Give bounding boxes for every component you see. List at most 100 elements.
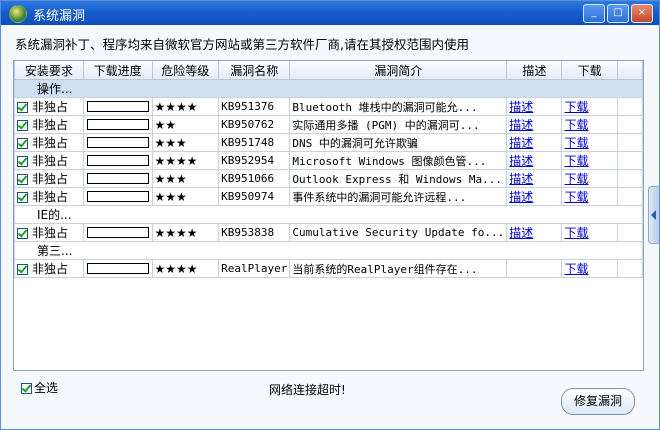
table-row[interactable]: 非独占 ★★★ KB951748 DNS 中的漏洞可允许欺骗 描述 下载 (14, 133, 643, 152)
vuln-desc-cell: Outlook Express 和 Windows Ma... (289, 169, 508, 188)
vulnerability-grid: 安装要求 下载进度 危险等级 漏洞名称 漏洞简介 描述 下载 操作... 非独占 ★… (14, 61, 643, 278)
row-checkbox[interactable] (17, 138, 28, 149)
install-req-cell[interactable]: 非独占 (14, 97, 84, 116)
table-row[interactable]: 非独占 ★★★★ KB953838 Cumulative Security Updat… (14, 223, 643, 242)
desc-link-cell: 描述 (506, 169, 563, 188)
close-icon[interactable]: × (631, 4, 653, 23)
group-row[interactable]: 操作... (14, 79, 643, 98)
describe-link[interactable]: 描述 (509, 226, 533, 240)
vuln-desc: 当前系统的RealPlayer组件存在... (292, 262, 478, 276)
col-header[interactable]: 下载进度 (82, 61, 153, 80)
table-row[interactable]: 非独占 ★★★★ KB952954 Microsoft Windows 图像颜色管..… (14, 151, 643, 170)
download-link[interactable]: 下载 (564, 136, 588, 150)
progress-cell (82, 259, 153, 278)
describe-link[interactable]: 描述 (509, 172, 533, 186)
vuln-name-cell: KB952954 (218, 151, 291, 170)
risk-level-cell: ★★★★ (151, 223, 220, 242)
group-label: IE的... (37, 208, 72, 222)
download-link[interactable]: 下载 (564, 172, 588, 186)
download-link[interactable]: 下载 (564, 118, 588, 132)
maximize-icon[interactable]: □ (607, 4, 629, 23)
install-req-cell[interactable]: 非独占 (14, 259, 84, 278)
vuln-name: KB951748 (221, 136, 275, 149)
vuln-name-cell: KB951748 (218, 133, 291, 152)
progress-cell (82, 169, 153, 188)
vuln-desc-cell: Microsoft Windows 图像颜色管... (289, 151, 508, 170)
desc-link-cell: 描述 (506, 223, 563, 242)
row-checkbox[interactable] (17, 156, 28, 167)
table-row[interactable]: 非独占 ★★★★ KB951376 Bluetooth 堆栈中的漏洞可能允... 描述 下… (14, 97, 643, 116)
group-cell[interactable]: IE的... (14, 205, 643, 224)
describe-link[interactable]: 描述 (509, 154, 533, 168)
desc-link-cell: 描述 (506, 115, 563, 134)
table-row[interactable]: 非独占 ★★ KB950762 实际通用多播 (PGM) 中的漏洞可... 描述 下载 (14, 115, 643, 134)
side-expand-tab[interactable] (648, 186, 659, 244)
risk-stars: ★★★ (154, 171, 187, 186)
describe-link[interactable]: 描述 (509, 100, 533, 114)
col-header[interactable]: 漏洞名称 (218, 61, 291, 80)
filler-cell (616, 133, 643, 152)
download-progress-bar (86, 172, 149, 184)
row-checkbox[interactable] (17, 120, 28, 131)
intro-text: 系统漏洞补丁、程序均来自微软官方网站或第三方软件厂商,请在其授权范围内使用 (15, 37, 469, 52)
describe-link[interactable]: 描述 (509, 118, 533, 132)
header-row: 安装要求 下载进度 危险等级 漏洞名称 漏洞简介 描述 下载 (14, 61, 643, 80)
app-icon (9, 5, 27, 23)
download-link[interactable]: 下载 (564, 154, 588, 168)
vuln-desc-cell: 当前系统的RealPlayer组件存在... (289, 259, 508, 278)
download-link-cell: 下载 (561, 259, 618, 278)
vuln-desc: Outlook Express 和 Windows Ma... (292, 172, 503, 186)
install-req-cell[interactable]: 非独占 (14, 133, 84, 152)
col-header[interactable]: 下载 (561, 61, 618, 80)
row-checkbox[interactable] (17, 174, 28, 185)
risk-stars: ★★★★ (154, 261, 198, 276)
select-all-label: 全选 (34, 381, 59, 395)
col-header[interactable]: 描述 (506, 61, 563, 80)
group-row[interactable]: IE的... (14, 205, 643, 224)
vuln-name: KB951066 (221, 172, 275, 185)
install-req-label: 非独占 (32, 226, 69, 240)
vuln-desc-cell: Cumulative Security Update fo... (289, 223, 508, 242)
title-bar[interactable]: 系统漏洞 _ □ × (1, 1, 659, 25)
install-req-cell[interactable]: 非独占 (14, 187, 84, 206)
col-header[interactable]: 危险等级 (151, 61, 220, 80)
group-cell[interactable]: 第三... (14, 241, 643, 260)
fix-vulnerability-button[interactable]: 修复漏洞 (561, 388, 635, 415)
row-checkbox[interactable] (17, 264, 28, 275)
col-header[interactable]: 漏洞简介 (289, 61, 508, 80)
row-checkbox[interactable] (17, 192, 28, 203)
install-req-cell[interactable]: 非独占 (14, 169, 84, 188)
table-row[interactable]: 非独占 ★★★ KB951066 Outlook Express 和 Windows … (14, 169, 643, 188)
download-progress-bar (86, 118, 149, 130)
group-row[interactable]: 第三... (14, 241, 643, 260)
download-link-cell: 下载 (561, 151, 618, 170)
vulnerability-window: 系统漏洞 _ □ × 系统漏洞补丁、程序均来自微软官方网站或第三方软件厂商,请在… (0, 0, 660, 430)
download-link[interactable]: 下载 (564, 226, 588, 240)
download-link-cell: 下载 (561, 115, 618, 134)
install-req-cell[interactable]: 非独占 (14, 151, 84, 170)
col-header[interactable]: 安装要求 (14, 61, 84, 80)
minimize-icon[interactable]: _ (583, 4, 605, 23)
row-checkbox[interactable] (17, 102, 28, 113)
risk-stars: ★★★ (154, 135, 187, 150)
download-link[interactable]: 下载 (564, 262, 588, 276)
download-link[interactable]: 下载 (564, 190, 588, 204)
vuln-name: KB950974 (221, 190, 275, 203)
install-req-cell[interactable]: 非独占 (14, 223, 84, 242)
table-row[interactable]: 非独占 ★★★★ RealPlayer 当前系统的RealPlayer组件存在... 下… (14, 259, 643, 278)
risk-level-cell: ★★★ (151, 169, 220, 188)
table-row[interactable]: 非独占 ★★★ KB950974 事件系统中的漏洞可能允许远程... 描述 下载 (14, 187, 643, 206)
vuln-name-cell: KB951066 (218, 169, 291, 188)
row-checkbox[interactable] (17, 228, 28, 239)
download-link[interactable]: 下载 (564, 100, 588, 114)
describe-link[interactable]: 描述 (509, 136, 533, 150)
describe-link[interactable]: 描述 (509, 190, 533, 204)
install-req-cell[interactable]: 非独占 (14, 115, 84, 134)
risk-stars: ★★★★ (154, 225, 198, 240)
desc-link-cell: 描述 (506, 133, 563, 152)
vuln-name: KB951376 (221, 100, 275, 113)
group-cell[interactable]: 操作... (14, 79, 643, 98)
vulnerability-table[interactable]: 安装要求 下载进度 危险等级 漏洞名称 漏洞简介 描述 下载 操作... 非独占 ★… (13, 60, 644, 371)
window-controls: _ □ × (583, 4, 653, 23)
select-all-checkbox[interactable]: 全选 (21, 379, 58, 396)
